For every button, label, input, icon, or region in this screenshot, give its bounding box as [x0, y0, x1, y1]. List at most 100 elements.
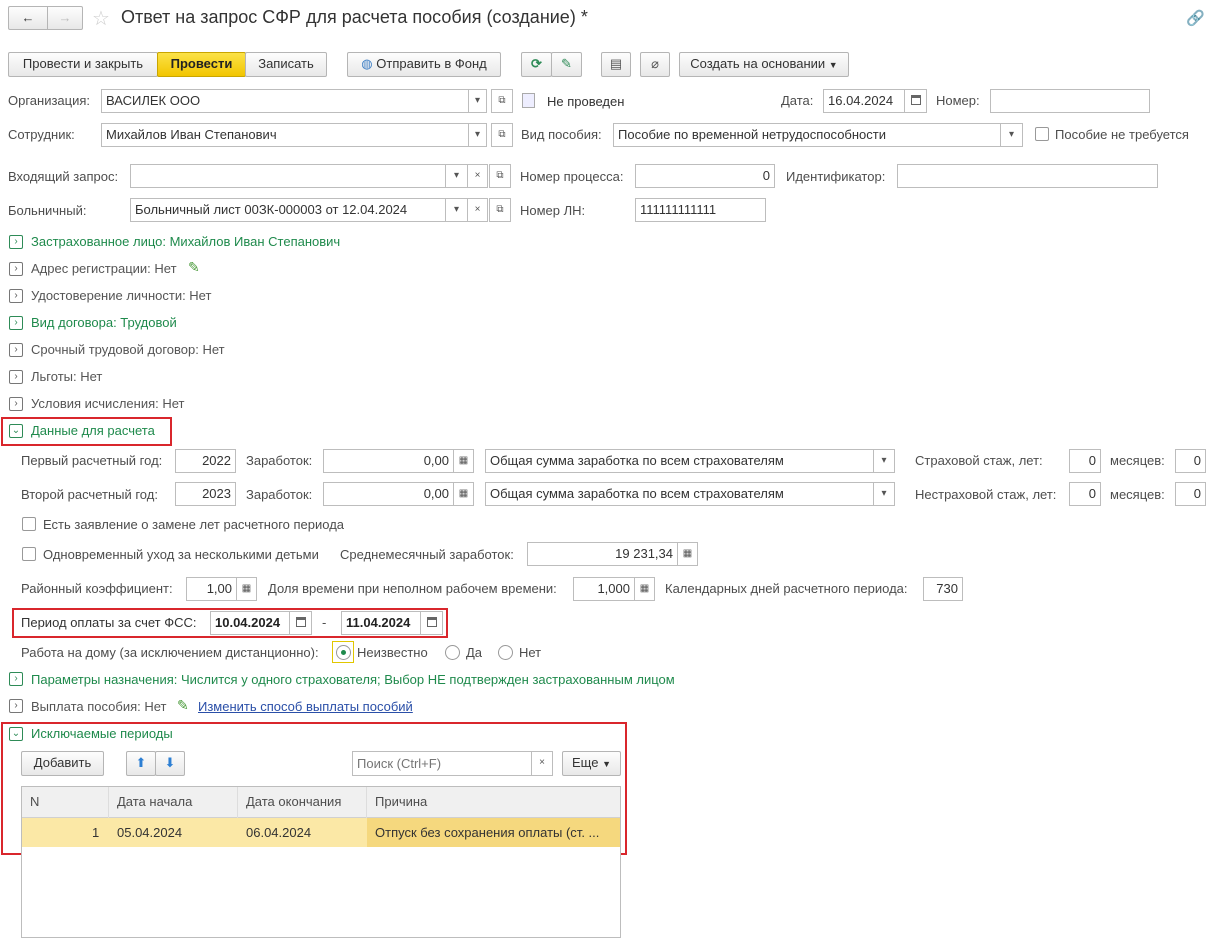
table-row[interactable]: 1 05.04.2024 06.04.2024 Отпуск без сохра… — [22, 818, 620, 847]
expand-calc-conditions-icon[interactable]: › — [9, 397, 23, 411]
expand-payment-icon[interactable]: › — [9, 699, 23, 713]
radio-unknown[interactable] — [336, 645, 351, 660]
replace-years-checkbox[interactable] — [22, 517, 36, 531]
earn2-field[interactable]: 0,00 — [323, 482, 454, 506]
date-calendar-button[interactable] — [905, 89, 927, 113]
section-payment[interactable]: Выплата пособия: Нет — [31, 699, 167, 715]
number-field[interactable] — [990, 89, 1150, 113]
organization-field[interactable]: ВАСИЛЕК ООО — [101, 89, 469, 113]
section-calc-data[interactable]: Данные для расчета — [31, 423, 155, 439]
earn-type2-dropdown-button[interactable]: ▾ — [874, 482, 895, 506]
employee-open-button[interactable]: ⧉ — [491, 123, 513, 147]
nonins-exp-years-field[interactable]: 0 — [1069, 482, 1101, 506]
expand-privileges-icon[interactable]: › — [9, 370, 23, 384]
col-reason[interactable]: Причина — [375, 794, 427, 810]
ins-exp-years-field[interactable]: 0 — [1069, 449, 1101, 473]
fss-from-calendar-button[interactable] — [290, 611, 312, 635]
search-input[interactable] — [352, 751, 532, 776]
year2-field[interactable]: 2023 — [175, 482, 236, 506]
edit-payment-pencil-icon[interactable]: ✎ — [177, 697, 189, 714]
sick-leave-dropdown-button[interactable]: ▾ — [446, 198, 468, 222]
section-contract[interactable]: Вид договора: Трудовой — [31, 315, 177, 331]
process-number-field[interactable]: 0 — [635, 164, 775, 188]
sick-leave-field[interactable]: Больничный лист 00ЗК-000003 от 12.04.202… — [130, 198, 446, 222]
clear-button[interactable]: ✎ — [551, 52, 582, 77]
expand-params-icon[interactable]: › — [9, 672, 23, 686]
earn-type1-field[interactable]: Общая сумма заработка по всем страховате… — [485, 449, 874, 473]
benefit-not-required-checkbox[interactable] — [1035, 127, 1049, 141]
identifier-field[interactable] — [897, 164, 1158, 188]
refresh-button[interactable]: ⟳ — [521, 52, 552, 77]
avg-earn-calc-button[interactable]: ▦ — [678, 542, 698, 566]
part-time-field[interactable]: 1,000 — [573, 577, 635, 601]
expand-insured-icon[interactable]: › — [9, 235, 23, 249]
expand-fixed-term-icon[interactable]: › — [9, 343, 23, 357]
fss-from-field[interactable]: 10.04.2024 — [210, 611, 290, 635]
earn1-field[interactable]: 0,00 — [323, 449, 454, 473]
favorite-star-icon[interactable]: ☆ — [92, 6, 110, 31]
earn-type2-field[interactable]: Общая сумма заработка по всем страховате… — [485, 482, 874, 506]
part-time-calc-button[interactable]: ▦ — [635, 577, 655, 601]
earn-type1-dropdown-button[interactable]: ▾ — [874, 449, 895, 473]
nonins-exp-months-field[interactable]: 0 — [1175, 482, 1206, 506]
add-button[interactable]: Добавить — [21, 751, 104, 776]
save-button[interactable]: Записать — [245, 52, 327, 77]
incoming-request-clear-button[interactable]: × — [468, 164, 488, 188]
sick-leave-open-button[interactable]: ⧉ — [489, 198, 511, 222]
incoming-request-dropdown-button[interactable]: ▾ — [446, 164, 468, 188]
create-based-on-button[interactable]: Создать на основании ▼ — [679, 52, 849, 77]
radio-yes[interactable] — [445, 645, 460, 660]
earn2-calc-button[interactable]: ▦ — [454, 482, 474, 506]
ln-number-field[interactable]: 111111111111 — [635, 198, 766, 222]
benefit-type-dropdown-button[interactable]: ▾ — [1001, 123, 1023, 147]
avg-earn-field[interactable]: 19 231,34 — [527, 542, 678, 566]
year1-field[interactable]: 2022 — [175, 449, 236, 473]
radio-no[interactable] — [498, 645, 513, 660]
change-payment-link[interactable]: Изменить способ выплаты пособий — [198, 699, 413, 715]
section-calc-conditions[interactable]: Условия исчисления: Нет — [31, 396, 184, 412]
section-insured[interactable]: Застрахованное лицо: Михайлов Иван Степа… — [31, 234, 340, 250]
edit-address-pencil-icon[interactable]: ✎ — [188, 259, 200, 276]
move-up-button[interactable]: ⬆ — [126, 751, 156, 776]
fss-to-calendar-button[interactable] — [421, 611, 443, 635]
sick-leave-clear-button[interactable]: × — [468, 198, 488, 222]
expand-address-icon[interactable]: › — [9, 262, 23, 276]
document-button[interactable]: ▤ — [601, 52, 631, 77]
collapse-excluded-icon[interactable]: ⌄ — [9, 727, 23, 741]
expand-contract-icon[interactable]: › — [9, 316, 23, 330]
collapse-calc-data-icon[interactable]: ⌄ — [9, 424, 23, 438]
organization-open-button[interactable]: ⧉ — [491, 89, 513, 113]
expand-identity-icon[interactable]: › — [9, 289, 23, 303]
employee-dropdown-button[interactable]: ▾ — [469, 123, 487, 147]
incoming-request-open-button[interactable]: ⧉ — [489, 164, 511, 188]
section-identity[interactable]: Удостоверение личности: Нет — [31, 288, 211, 304]
back-button[interactable]: ← — [8, 6, 48, 30]
benefit-type-field[interactable]: Пособие по временной нетрудоспособности — [613, 123, 1001, 147]
fss-to-field[interactable]: 11.04.2024 — [341, 611, 421, 635]
section-excluded[interactable]: Исключаемые периоды — [31, 726, 173, 742]
post-and-close-button[interactable]: Провести и закрыть — [8, 52, 158, 77]
section-params[interactable]: Параметры назначения: Числится у одного … — [31, 672, 675, 688]
employee-field[interactable]: Михайлов Иван Степанович — [101, 123, 469, 147]
move-down-button[interactable]: ⬇ — [155, 751, 185, 776]
link-icon[interactable]: 🔗 — [1186, 9, 1205, 27]
cal-days-field[interactable]: 730 — [923, 577, 963, 601]
post-button[interactable]: Провести — [157, 52, 246, 77]
section-address[interactable]: Адрес регистрации: Нет — [31, 261, 177, 277]
forward-button[interactable]: → — [47, 6, 83, 30]
search-clear-button[interactable]: × — [531, 751, 553, 776]
ins-exp-months-field[interactable]: 0 — [1175, 449, 1206, 473]
district-coef-field[interactable]: 1,00 — [186, 577, 237, 601]
section-privileges[interactable]: Льготы: Нет — [31, 369, 102, 385]
organization-dropdown-button[interactable]: ▾ — [469, 89, 487, 113]
more-button[interactable]: Еще ▼ — [562, 751, 621, 776]
multiple-children-checkbox[interactable] — [22, 547, 36, 561]
attach-button[interactable]: ⌀ — [640, 52, 670, 77]
col-start[interactable]: Дата начала — [117, 794, 192, 810]
send-to-fund-button[interactable]: ◍ Отправить в Фонд — [347, 52, 501, 77]
date-field[interactable]: 16.04.2024 — [823, 89, 905, 113]
col-n[interactable]: N — [30, 794, 39, 810]
section-fixed-term[interactable]: Срочный трудовой договор: Нет — [31, 342, 225, 358]
district-coef-calc-button[interactable]: ▦ — [237, 577, 257, 601]
earn1-calc-button[interactable]: ▦ — [454, 449, 474, 473]
